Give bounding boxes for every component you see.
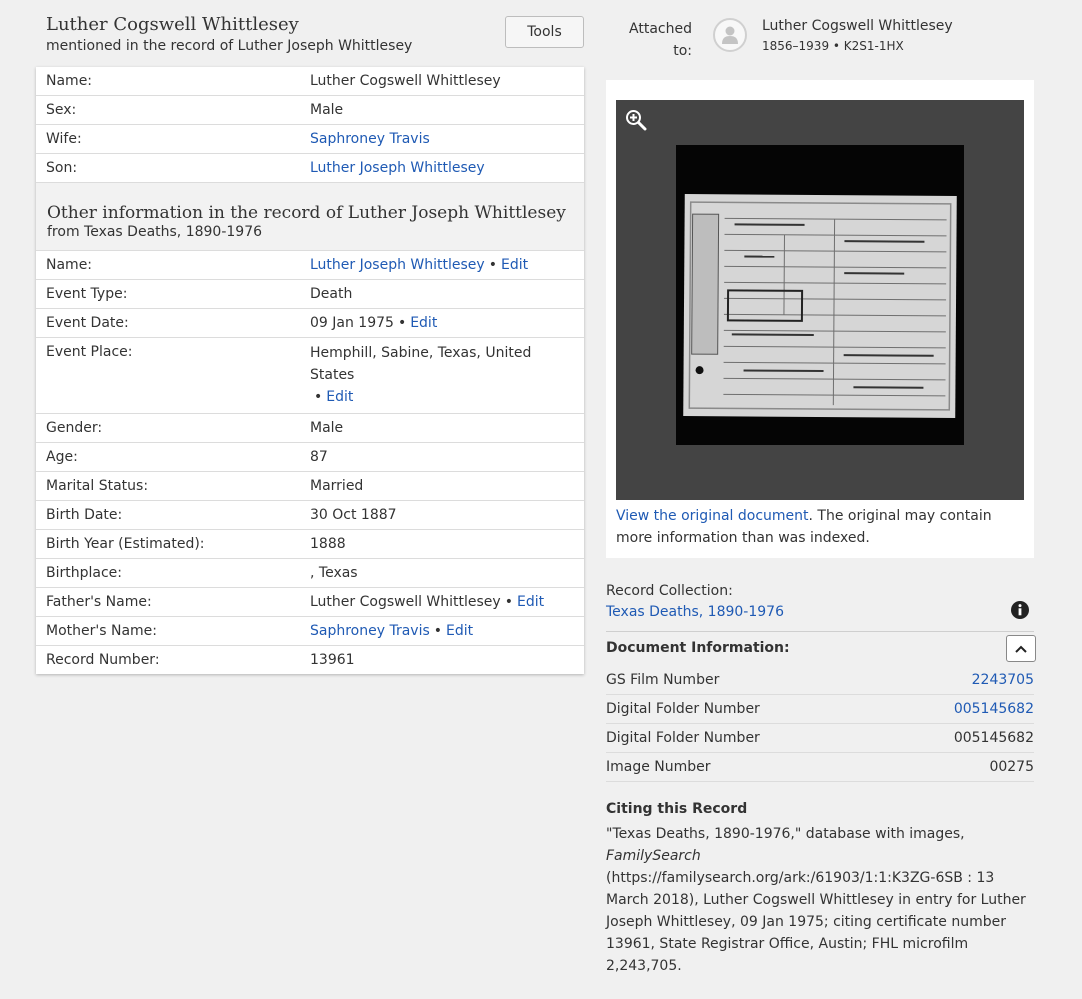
attached-person-meta: 1856–1939 • K2S1-1HX [762,39,904,53]
field-value: 005145682 [953,730,1034,746]
wife-link[interactable]: Saphroney Travis [310,131,430,147]
field-label: Gender: [46,420,103,436]
gs-film-number-link[interactable]: 2243705 [972,666,1034,694]
son-link[interactable]: Luther Joseph Whittlesey [310,160,485,176]
other-row-name: Name: Luther Joseph Whittlesey • Edit [36,251,584,280]
document-image[interactable] [616,100,1024,500]
chevron-up-icon [1015,645,1027,653]
field-value: Luther Cogswell Whittlesey [310,73,501,89]
field-value: 30 Oct 1887 [310,507,397,523]
other-row-event-date: Event Date: 09 Jan 1975 • Edit [36,309,584,338]
person-row-name: Name: Luther Cogswell Whittlesey [36,67,584,96]
info-icon[interactable] [1010,600,1030,620]
other-row-record-number: Record Number: 13961 [36,646,584,674]
edit-place-link[interactable]: Edit [326,389,353,405]
document-caption: View the original document. The original… [616,508,992,546]
table-row: Digital Folder Number 005145682 [606,724,1034,753]
field-label: Record Number: [46,652,160,668]
field-label: Son: [46,160,78,176]
field-value: Luther Cogswell Whittlesey [310,594,501,610]
other-row-event-place: Event Place: Hemphill, Sabine, Texas, Un… [36,338,584,414]
document-info-title: Document Information: [606,640,790,656]
mother-link[interactable]: Saphroney Travis [310,623,430,639]
field-label: Wife: [46,131,82,147]
field-label: Name: [46,73,93,89]
field-label: Father's Name: [46,594,152,610]
other-row-mother: Mother's Name: Saphroney Travis • Edit [36,617,584,646]
record-collection-link[interactable]: Texas Deaths, 1890-1976 [606,601,784,623]
field-label: Image Number [606,759,711,775]
other-row-birthplace: Birthplace: , Texas [36,559,584,588]
other-row-gender: Gender: Male [36,414,584,443]
field-value: 00275 [989,759,1034,775]
person-row-wife: Wife: Saphroney Travis [36,125,584,154]
field-value: 1888 [310,536,346,552]
field-label: Event Type: [46,286,128,302]
field-label: Birthplace: [46,565,122,581]
avatar[interactable] [713,18,747,52]
collapse-button[interactable] [1006,635,1036,662]
tools-button[interactable]: Tools [505,16,584,48]
field-value: Hemphill, Sabine, Texas, United States [310,345,532,383]
field-label: Event Place: [46,344,133,360]
page-subtitle: mentioned in the record of Luther Joseph… [46,38,413,54]
person-row-sex: Sex: Male [36,96,584,125]
record-collection-label: Record Collection: [606,583,733,599]
citation-text: "Texas Deaths, 1890-1976," database with… [606,826,1026,974]
other-row-birth-date: Birth Date: 30 Oct 1887 [36,501,584,530]
field-label: Mother's Name: [46,623,157,639]
table-row: Image Number 00275 [606,753,1034,782]
field-label: Birth Year (Estimated): [46,536,205,552]
field-value: Married [310,478,364,494]
field-label: Digital Folder Number [606,701,760,717]
certificate-paper [683,194,957,418]
view-original-link[interactable]: View the original document [616,508,809,524]
edit-date-link[interactable]: Edit [410,315,437,331]
person-card: Name: Luther Cogswell Whittlesey Sex: Ma… [36,67,584,674]
other-row-marital: Marital Status: Married [36,472,584,501]
attached-to-label: Attached to: [629,21,692,59]
field-label: Marital Status: [46,478,149,494]
other-info-header: Other information in the record of Luthe… [36,183,584,251]
field-value: Male [310,102,344,118]
field-label: Digital Folder Number [606,730,760,746]
person-row-son: Son: Luther Joseph Whittlesey [36,154,584,183]
field-label: GS Film Number [606,672,720,688]
field-label: Sex: [46,102,77,118]
divider [606,631,1034,632]
person-silhouette-icon [722,26,738,44]
field-label: Birth Date: [46,507,123,523]
document-card: View the original document. The original… [606,80,1034,558]
table-row: Digital Folder Number 005145682 [606,695,1034,724]
field-value: 13961 [310,652,355,668]
other-info-source: from Texas Deaths, 1890-1976 [47,224,263,240]
digital-folder-link[interactable]: 005145682 [954,695,1034,723]
field-label: Age: [46,449,78,465]
field-value: Male [310,420,344,436]
principal-link[interactable]: Luther Joseph Whittlesey [310,257,485,273]
field-value: 09 Jan 1975 [310,315,394,331]
citation-title: Citing this Record [606,801,748,817]
scanned-certificate [676,145,964,445]
edit-mother-link[interactable]: Edit [446,623,473,639]
document-info-table: GS Film Number 2243705 Digital Folder Nu… [606,666,1034,782]
edit-father-link[interactable]: Edit [517,594,544,610]
field-value: Death [310,286,353,302]
other-row-father: Father's Name: Luther Cogswell Whittlese… [36,588,584,617]
field-label: Event Date: [46,315,129,331]
page-title: Luther Cogswell Whittlesey [46,14,299,35]
field-label: Name: [46,257,93,273]
edit-name-link[interactable]: Edit [501,257,528,273]
other-info-title: Other information in the record of Luthe… [47,203,566,223]
zoom-in-icon[interactable] [624,108,648,132]
table-row: GS Film Number 2243705 [606,666,1034,695]
other-row-age: Age: 87 [36,443,584,472]
field-value: 87 [310,449,328,465]
other-row-event-type: Event Type: Death [36,280,584,309]
attached-person-name[interactable]: Luther Cogswell Whittlesey [762,18,953,34]
field-value: , Texas [310,565,358,581]
other-row-birth-year: Birth Year (Estimated): 1888 [36,530,584,559]
